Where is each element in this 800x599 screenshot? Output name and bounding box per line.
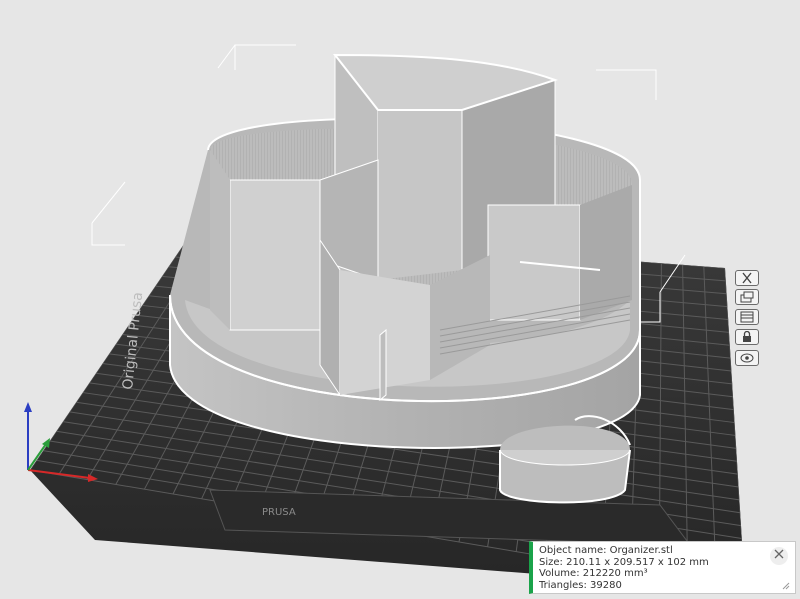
layers-icon <box>739 308 755 327</box>
layers-button[interactable] <box>735 309 759 325</box>
delete-button[interactable] <box>735 270 759 286</box>
resize-grip-icon[interactable] <box>782 582 790 590</box>
close-icon <box>774 549 784 563</box>
close-button[interactable] <box>770 547 788 565</box>
arrange-button[interactable] <box>735 289 759 305</box>
lock-button[interactable] <box>735 329 759 345</box>
lock-icon <box>739 328 755 347</box>
plate-text: PRUSA <box>262 507 296 518</box>
3d-viewport[interactable]: PRUSA Ap Original Prusa <box>0 0 800 599</box>
view-button[interactable] <box>735 350 759 366</box>
object-info-panel: Object name: Organizer.stl Size: 210.11 … <box>529 541 796 594</box>
object-name: Object name: Organizer.stl <box>539 545 673 556</box>
delete-icon <box>739 269 755 288</box>
arrange-icon <box>739 288 755 307</box>
object-volume: Volume: 212220 mm³ <box>539 568 648 579</box>
object-triangles: Triangles: 39280 <box>539 579 622 591</box>
view-icon <box>739 349 755 368</box>
object-size: Size: 210.11 x 209.517 x 102 mm <box>539 556 709 568</box>
